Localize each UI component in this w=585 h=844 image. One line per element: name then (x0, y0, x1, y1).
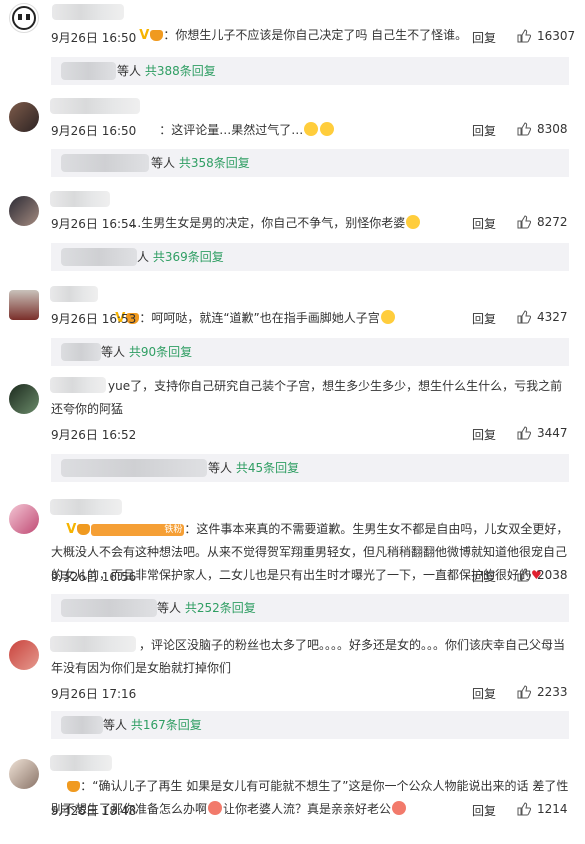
thumb-up-icon[interactable] (517, 215, 531, 229)
avatar[interactable] (9, 504, 39, 534)
ghost-face-icon (12, 6, 36, 30)
comment-date: 9月26日 16:52 (51, 428, 137, 442)
username[interactable] (50, 286, 98, 302)
facepalm-emoji-icon (208, 801, 223, 815)
thumb-up-icon[interactable] (517, 685, 531, 699)
thumb-up-icon[interactable] (517, 802, 531, 816)
avatar[interactable] (9, 384, 39, 414)
like-count: 8272 (537, 215, 568, 229)
username[interactable] (50, 191, 110, 207)
reply-button[interactable]: 回复 (472, 426, 496, 443)
thumb-up-icon[interactable] (517, 568, 531, 582)
comment-date: 9月26日 17:16 (51, 687, 137, 701)
comment-date: 9月26日 16:56 (51, 570, 137, 584)
like-count: 2233 (537, 685, 568, 699)
facepalm-emoji-icon (392, 801, 407, 815)
like-count: 16307 (537, 29, 576, 43)
smirk-emoji-icon (380, 310, 395, 324)
reply-users (61, 248, 137, 266)
avatar[interactable] (9, 759, 39, 789)
comment-date: 9月26日 16:50 (51, 31, 137, 45)
verified-v-icon: V (66, 522, 77, 537)
reply-button[interactable]: 回复 (472, 568, 496, 585)
comment-text: ：你想生儿子不应该是你自己决定了吗 自己生不了怪谁。 (163, 28, 468, 42)
verified-v-icon: V (139, 28, 150, 43)
replies-count-link[interactable]: 共358条回复 (179, 156, 250, 170)
username[interactable] (50, 98, 140, 114)
member-crown-icon (77, 524, 91, 535)
replies-count-link[interactable]: 共167条回复 (131, 718, 202, 732)
replies-summary[interactable]: 等人 共167条回复 (51, 711, 569, 739)
reply-button[interactable]: 回复 (472, 215, 496, 232)
reply-users (61, 343, 101, 361)
comment-text-row: ：“确认儿子了再生 如果是女儿有可能就不想生了”这是你一个公众人物能说出来的话 … (51, 752, 569, 844)
replies-who: 等人 (157, 601, 182, 615)
comment-text: ：这评论量…果然过气了… (159, 123, 304, 137)
replies-who: 等人 (151, 156, 176, 170)
reply-users (61, 716, 103, 734)
replies-summary[interactable]: 人 共369条回复 (51, 243, 569, 271)
thumb-up-icon[interactable] (517, 426, 531, 440)
replies-count-link[interactable]: 共388条回复 (145, 64, 216, 78)
replies-who: 等人 (208, 461, 233, 475)
reply-button[interactable]: 回复 (472, 122, 496, 139)
reply-button[interactable]: 回复 (472, 802, 496, 819)
avatar[interactable] (9, 3, 39, 33)
avatar[interactable] (9, 640, 39, 670)
replies-count-link[interactable]: 共45条回复 (236, 461, 299, 475)
fan-badge: 铁粉 (91, 523, 185, 536)
like-count: 4327 (537, 310, 568, 324)
comment-date: 9月26日 16:53 (51, 312, 137, 326)
replies-summary[interactable]: 等人 共90条回复 (51, 338, 569, 366)
replies-summary[interactable]: 等人 共388条回复 (51, 57, 569, 85)
member-crown-icon (150, 30, 164, 41)
like-count: 1214 (537, 802, 568, 816)
replies-summary[interactable]: 等人 共358条回复 (51, 149, 569, 177)
reply-button[interactable]: 回复 (472, 29, 496, 46)
replies-count-link[interactable]: 共252条回复 (185, 601, 256, 615)
reply-button[interactable]: 回复 (472, 685, 496, 702)
comment-text: ，评论区没脑子的粉丝也太多了吧。。。。好多还是女的。。。你们该庆幸自己父母当年没… (51, 638, 566, 675)
crying-emoji-icon (320, 122, 335, 136)
replies-who: 等人 (101, 345, 126, 359)
comment-text-tail: 让你老婆人流？真是亲亲好老公 (223, 802, 392, 816)
replies-count-link[interactable]: 共369条回复 (153, 250, 224, 264)
thumb-up-icon[interactable] (517, 29, 531, 43)
reply-users (61, 62, 116, 80)
replies-summary[interactable]: 等人 共45条回复 (51, 454, 569, 482)
username[interactable] (52, 4, 124, 20)
comment-text: yue了，支持你自己研究自己装个子宫，想生多少生多少，想生什么生什么，亏我之前还… (51, 379, 563, 416)
sweat-emoji-icon (406, 215, 421, 229)
like-count: 3447 (537, 426, 568, 440)
replies-who: 人 (137, 250, 150, 264)
reply-users (61, 599, 157, 617)
comment-text: ：呵呵哒，就连“道歉”也在指手画脚她人子宫 (139, 311, 380, 325)
reply-users (61, 154, 149, 172)
avatar[interactable] (9, 102, 39, 132)
thumb-up-icon[interactable] (517, 310, 531, 324)
comment-date: 9月26日 16:50 (51, 124, 137, 138)
like-count: 2038 (537, 568, 568, 582)
member-crown-icon (67, 781, 81, 792)
thumb-up-icon[interactable] (517, 122, 531, 136)
replies-who: 等人 (103, 718, 128, 732)
replies-summary[interactable]: 等人 共252条回复 (51, 594, 569, 622)
comment-text-row: V 铁粉 ：这件事本来真的不需要道歉。生男生女不都是自由吗，儿女双全更好，大概没人不… (51, 495, 569, 610)
avatar[interactable] (9, 290, 39, 320)
comment-date: 9月26日 18:48 (51, 804, 137, 818)
comment-text: …生男生女是男的决定，你自己不争气，别怪你老婆 (129, 216, 406, 230)
reply-users (61, 459, 207, 477)
comment-date: 9月26日 16:54 (51, 217, 137, 231)
replies-count-link[interactable]: 共90条回复 (129, 345, 192, 359)
replies-who: 等人 (117, 64, 142, 78)
like-count: 8308 (537, 122, 568, 136)
crying-emoji-icon (304, 122, 319, 136)
reply-button[interactable]: 回复 (472, 310, 496, 327)
avatar[interactable] (9, 196, 39, 226)
